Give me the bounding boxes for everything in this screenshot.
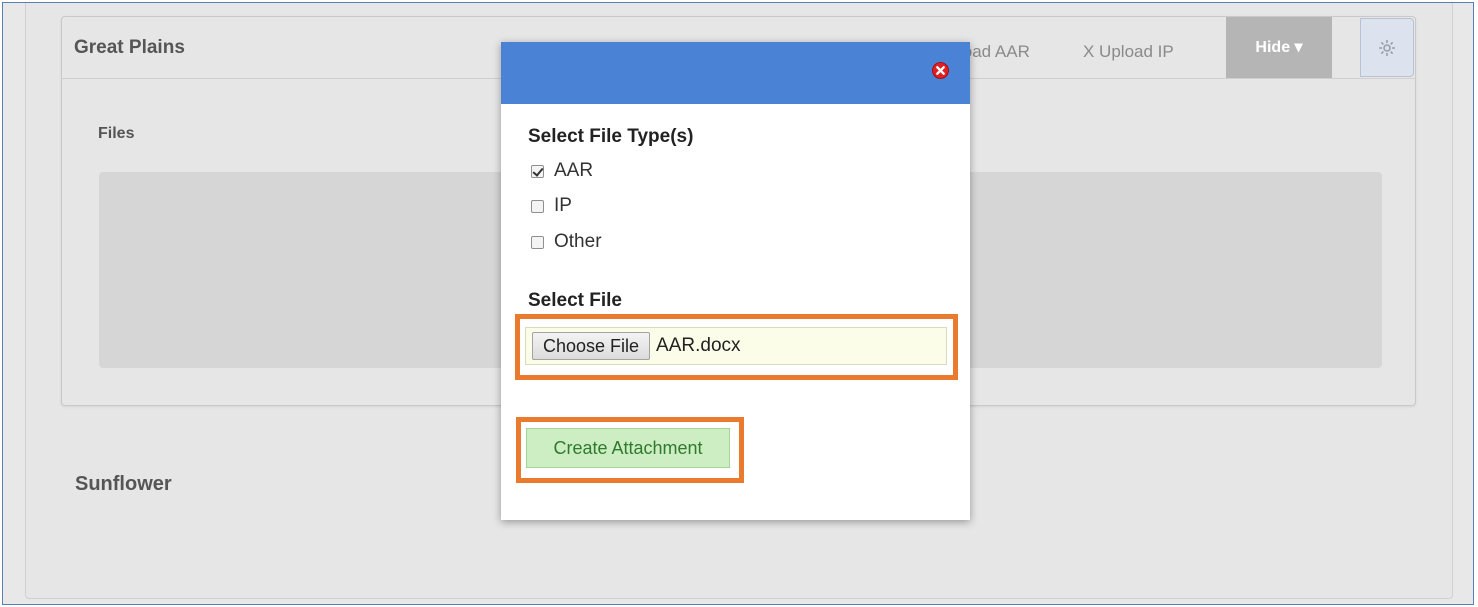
create-attachment-button[interactable]: Create Attachment [526, 428, 730, 468]
hide-button[interactable]: Hide ▾ [1226, 17, 1332, 78]
file-input[interactable]: Choose File AAR.docx [525, 327, 947, 365]
selected-file-name: AAR.docx [656, 335, 741, 356]
file-type-ip[interactable]: IP [531, 195, 572, 217]
other-label: Other [554, 231, 602, 252]
ip-checkbox[interactable] [531, 199, 544, 213]
modal-header [501, 42, 970, 104]
other-checkbox[interactable] [531, 235, 544, 249]
upload-modal: Select File Type(s) AAR IP Other Select … [501, 42, 970, 520]
files-label: Files [98, 125, 135, 142]
ip-label: IP [554, 195, 572, 216]
file-type-aar[interactable]: AAR [531, 160, 593, 182]
choose-file-button[interactable]: Choose File [532, 332, 651, 360]
panel-title: Great Plains [74, 37, 185, 58]
aar-label: AAR [554, 160, 594, 181]
select-file-title: Select File [528, 290, 622, 311]
file-types-title: Select File Type(s) [528, 126, 694, 147]
settings-button[interactable] [1360, 18, 1414, 77]
gear-icon [1379, 39, 1395, 56]
close-icon[interactable] [932, 62, 949, 79]
sunflower-title: Sunflower [75, 473, 172, 495]
upload-ip-link[interactable]: X Upload IP [1083, 42, 1174, 62]
file-type-other[interactable]: Other [531, 231, 602, 253]
aar-checkbox[interactable] [531, 164, 544, 178]
